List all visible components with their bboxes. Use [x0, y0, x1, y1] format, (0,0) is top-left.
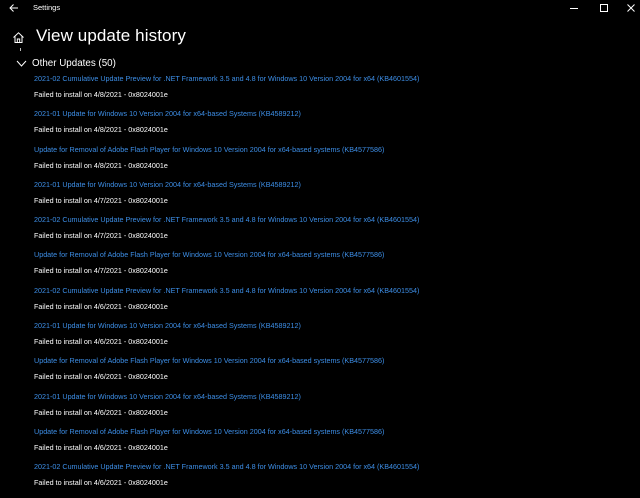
- update-status: Failed to install on 4/6/2021 - 0x802400…: [34, 301, 168, 311]
- maximize-icon[interactable]: [598, 2, 610, 14]
- update-status: Failed to install on 4/6/2021 - 0x802400…: [34, 372, 168, 382]
- update-link[interactable]: 2021-02 Cumulative Update Preview for .N…: [34, 74, 634, 83]
- update-link[interactable]: 2021-01 Update for Windows 10 Version 20…: [34, 109, 634, 118]
- close-icon[interactable]: [625, 2, 637, 14]
- list-item: Update for Removal of Adobe Flash Player…: [34, 250, 634, 285]
- home-icon[interactable]: [12, 31, 25, 44]
- section-label: Other Updates (50): [32, 58, 116, 69]
- list-item: 2021-02 Cumulative Update Preview for .N…: [34, 74, 634, 109]
- update-link[interactable]: 2021-02 Cumulative Update Preview for .N…: [34, 215, 634, 224]
- list-item: 2021-01 Update for Windows 10 Version 20…: [34, 392, 634, 427]
- update-link[interactable]: Update for Removal of Adobe Flash Player…: [34, 427, 634, 436]
- update-link[interactable]: Update for Removal of Adobe Flash Player…: [34, 250, 634, 259]
- update-link[interactable]: 2021-01 Update for Windows 10 Version 20…: [34, 321, 634, 330]
- update-status: Failed to install on 4/7/2021 - 0x802400…: [34, 195, 168, 205]
- update-link[interactable]: 2021-01 Update for Windows 10 Version 20…: [34, 392, 634, 401]
- update-list: 2021-02 Cumulative Update Preview for .N…: [34, 74, 634, 498]
- page-title: View update history: [36, 26, 186, 45]
- back-arrow-icon[interactable]: [8, 1, 20, 15]
- list-item: 2021-01 Update for Windows 10 Version 20…: [34, 321, 634, 356]
- title-bar: Settings: [0, 0, 640, 16]
- update-status: Failed to install on 4/6/2021 - 0x802400…: [34, 442, 168, 452]
- list-item: 2021-02 Cumulative Update Preview for .N…: [34, 462, 634, 497]
- update-status: Failed to install on 4/8/2021 - 0x802400…: [34, 125, 168, 135]
- scroll-indicator: [20, 48, 21, 51]
- list-item: 2021-02 Cumulative Update Preview for .N…: [34, 286, 634, 321]
- chevron-down-icon[interactable]: [16, 59, 27, 68]
- list-item: Update for Removal of Adobe Flash Player…: [34, 427, 634, 462]
- list-item: 2021-01 Update for Windows 10 Version 20…: [34, 109, 634, 144]
- update-status: Failed to install on 4/7/2021 - 0x802400…: [34, 231, 168, 241]
- update-status: Failed to install on 4/6/2021 - 0x802400…: [34, 337, 168, 347]
- window-title: Settings: [33, 3, 61, 12]
- list-item: Update for Removal of Adobe Flash Player…: [34, 356, 634, 391]
- update-link[interactable]: 2021-01 Update for Windows 10 Version 20…: [34, 180, 634, 189]
- list-item: Update for Removal of Adobe Flash Player…: [34, 145, 634, 180]
- update-status: Failed to install on 4/8/2021 - 0x802400…: [34, 90, 168, 99]
- update-status: Failed to install on 4/6/2021 - 0x802400…: [34, 407, 168, 417]
- update-link[interactable]: Update for Removal of Adobe Flash Player…: [34, 145, 634, 154]
- update-status: Failed to install on 4/8/2021 - 0x802400…: [34, 160, 168, 170]
- minimize-icon[interactable]: [568, 2, 580, 14]
- list-item: 2021-01 Update for Windows 10 Version 20…: [34, 180, 634, 215]
- update-link[interactable]: 2021-02 Cumulative Update Preview for .N…: [34, 286, 634, 295]
- list-item: 2021-02 Cumulative Update Preview for .N…: [34, 215, 634, 250]
- update-link[interactable]: Update for Removal of Adobe Flash Player…: [34, 356, 634, 365]
- update-status: Failed to install on 4/7/2021 - 0x802400…: [34, 266, 168, 276]
- update-link[interactable]: 2021-02 Cumulative Update Preview for .N…: [34, 462, 634, 471]
- update-status: Failed to install on 4/6/2021 - 0x802400…: [34, 478, 168, 488]
